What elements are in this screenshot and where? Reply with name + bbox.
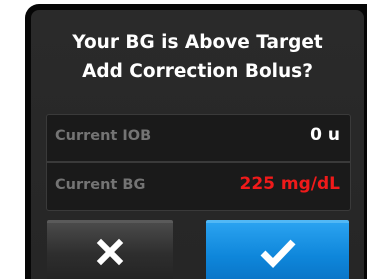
bg-row: Current BG 225 mg/dL [47,164,350,210]
correction-bolus-dialog: Your BG is Above Target Add Correction B… [31,10,364,279]
dialog-title: Your BG is Above Target Add Correction B… [31,28,364,86]
confirm-button[interactable] [206,220,349,279]
dialog-title-line-2: Add Correction Bolus? [82,61,313,82]
device-screen: Your BG is Above Target Add Correction B… [25,4,367,279]
iob-label: Current IOB [55,128,152,144]
cancel-button[interactable] [47,220,173,279]
checkmark-icon [260,239,296,269]
close-icon [96,238,124,266]
bg-value: 225 mg/dL [239,174,341,194]
iob-value: 0 u [310,125,340,145]
info-table: Current IOB 0 u Current BG 225 mg/dL [46,114,351,211]
iob-row: Current IOB 0 u [47,115,350,161]
dialog-title-line-1: Your BG is Above Target [72,32,323,53]
bg-label: Current BG [55,177,146,193]
row-divider [47,161,350,163]
